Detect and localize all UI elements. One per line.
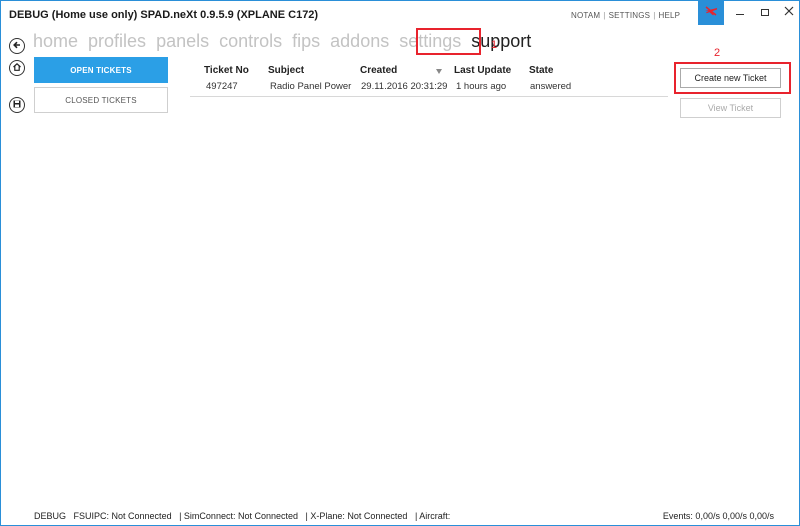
status-simconnect: | SimConnect: Not Connected	[179, 511, 298, 521]
tab-profiles[interactable]: profiles	[88, 31, 146, 52]
column-header-last-update[interactable]: Last Update	[454, 65, 511, 76]
plane-icon	[703, 3, 719, 24]
tab-home[interactable]: home	[33, 31, 78, 52]
status-left: DEBUG FSUIPC: Not Connected | SimConnect…	[34, 511, 455, 521]
support-highlight-box	[416, 28, 481, 55]
tab-panels[interactable]: panels	[156, 31, 209, 52]
menu-separator: |	[653, 11, 656, 20]
menu-settings[interactable]: SETTINGS	[609, 11, 651, 20]
home-icon	[12, 59, 22, 77]
close-icon	[784, 5, 794, 19]
top-menu: NOTAM | SETTINGS | HELP	[571, 11, 680, 20]
column-header-created[interactable]: Created	[360, 65, 397, 76]
table-row[interactable]: 497247 Radio Panel Power 29.11.2016 20:3…	[190, 81, 668, 97]
annotation-2: 2	[714, 47, 721, 59]
open-tickets-button[interactable]: OPEN TICKETS	[34, 57, 168, 83]
minimize-button[interactable]	[728, 4, 752, 20]
menu-notam[interactable]: NOTAM	[571, 11, 600, 20]
menu-separator: |	[603, 11, 606, 20]
status-mode: DEBUG	[34, 511, 67, 521]
tickets-table: Ticket No Subject Created Last Update St…	[190, 65, 668, 97]
minimize-icon	[736, 13, 744, 15]
maximize-button[interactable]	[753, 4, 777, 20]
status-bar: DEBUG FSUIPC: Not Connected | SimConnect…	[34, 511, 774, 525]
tab-addons[interactable]: addons	[330, 31, 389, 52]
back-button[interactable]	[9, 38, 25, 54]
cell-subject: Radio Panel Power	[270, 81, 352, 92]
column-header-state[interactable]: State	[529, 65, 553, 76]
save-button[interactable]	[9, 97, 25, 113]
plane-button[interactable]	[698, 1, 724, 25]
cell-state: answered	[530, 81, 572, 92]
close-button[interactable]	[777, 4, 800, 20]
status-aircraft: | Aircraft:	[414, 511, 451, 521]
status-events: Events: 0,00/s 0,00/s 0,00/s	[662, 511, 774, 521]
back-arrow-icon	[12, 37, 22, 55]
maximize-icon	[761, 8, 769, 16]
sort-descending-icon	[436, 69, 442, 74]
table-header: Ticket No Subject Created Last Update St…	[190, 65, 668, 81]
view-ticket-button[interactable]: View Ticket	[680, 98, 781, 118]
create-new-ticket-button[interactable]: Create new Ticket	[680, 68, 781, 88]
annotation-1: 1	[491, 39, 498, 51]
status-fsuipc: FSUIPC: Not Connected	[73, 511, 172, 521]
save-icon	[12, 96, 22, 114]
window-title: DEBUG (Home use only) SPAD.neXt 0.9.5.9 …	[9, 9, 319, 21]
closed-tickets-button[interactable]: CLOSED TICKETS	[34, 87, 168, 113]
title-bar: DEBUG (Home use only) SPAD.neXt 0.9.5.9 …	[1, 1, 799, 31]
app-window: DEBUG (Home use only) SPAD.neXt 0.9.5.9 …	[0, 0, 800, 526]
status-xplane: | X-Plane: Not Connected	[305, 511, 408, 521]
tab-controls[interactable]: controls	[219, 31, 282, 52]
cell-last-update: 1 hours ago	[456, 81, 507, 92]
column-header-subject[interactable]: Subject	[268, 65, 304, 76]
cell-ticket-no: 497247	[206, 81, 238, 92]
tab-fips[interactable]: fips	[292, 31, 320, 52]
column-header-ticket-no[interactable]: Ticket No	[204, 65, 249, 76]
home-button[interactable]	[9, 60, 25, 76]
menu-help[interactable]: HELP	[658, 11, 680, 20]
cell-created: 29.11.2016 20:31:29	[361, 81, 448, 92]
